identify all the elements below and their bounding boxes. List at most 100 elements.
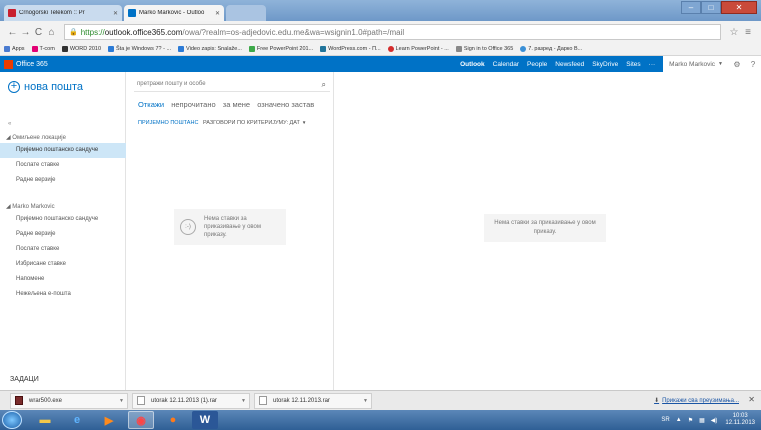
download-filename: wrar500.exe [29, 397, 63, 404]
download-item[interactable]: wrar500.exe ▼ [10, 392, 128, 409]
folder-sent-favorite[interactable]: Послате ставке [0, 158, 126, 173]
ie-taskbar-icon[interactable]: e [64, 411, 90, 429]
search-icon[interactable]: ⌕ [322, 78, 326, 91]
app-nav: Outlook Calendar People Newsfeed SkyDriv… [460, 61, 663, 68]
folder-deleted[interactable]: Избрисане ставке [0, 257, 126, 272]
media-player-taskbar-icon[interactable]: ▶ [96, 411, 122, 429]
site-icon [387, 46, 394, 52]
bookmark-powerpoint[interactable]: Free PowerPoint 201... [248, 46, 313, 52]
language-indicator[interactable]: SR [661, 417, 669, 423]
new-mail-label: нова пошта [24, 81, 84, 93]
site-icon [248, 46, 255, 52]
nav-more[interactable]: ··· [649, 61, 656, 68]
folder-inbox-favorite[interactable]: Пријемно поштанско сандуче [0, 143, 126, 158]
url-path: /owa/?realm=os-adjedovic.edu.me&wa=wsign… [182, 27, 405, 37]
download-item[interactable]: utorak 12.11.2013.rar ▼ [254, 392, 372, 409]
nav-sites[interactable]: Sites [626, 61, 640, 68]
folder-notes[interactable]: Напомене [0, 272, 126, 287]
bookmark-windows7[interactable]: Šta je Windows 7? - ... [108, 46, 171, 52]
show-all-downloads-link[interactable]: ⬇ Прикажи сва преузимања... [654, 397, 739, 404]
favorites-group: ◢ Омиљене локације Пријемно поштанско са… [0, 133, 126, 188]
plus-icon: + [8, 81, 20, 93]
chrome-menu-icon[interactable]: ≡ [741, 27, 755, 38]
filter-to-me[interactable]: за мене [223, 100, 250, 109]
folder-drafts[interactable]: Радне верзије [0, 227, 126, 242]
file-icon [259, 396, 267, 405]
bookmark-label: Sign in to Office 365 [463, 46, 514, 52]
bookmark-video[interactable]: Video zapis: Snalaže... [178, 46, 242, 52]
site-icon [108, 46, 115, 52]
nav-calendar[interactable]: Calendar [493, 61, 519, 68]
minimize-icon[interactable]: – [681, 1, 701, 14]
tasks-link[interactable]: ЗАДАЦИ [10, 376, 39, 383]
forward-arrow-icon[interactable]: → [19, 27, 32, 38]
word-taskbar-icon[interactable]: W [192, 411, 218, 429]
close-tab-icon[interactable]: ✕ [113, 10, 118, 17]
folder-drafts-favorite[interactable]: Радне верзије [0, 173, 126, 188]
filter-flagged[interactable]: означено застав [257, 100, 314, 109]
volume-icon[interactable]: ◀) [711, 417, 718, 424]
nav-skydrive[interactable]: SkyDrive [592, 61, 618, 68]
nav-newsfeed[interactable]: Newsfeed [555, 61, 584, 68]
page-icon [455, 46, 462, 52]
current-folder-label: ПРИЈЕМНО ПОШТАНС [138, 120, 199, 126]
nav-people[interactable]: People [527, 61, 547, 68]
help-icon[interactable]: ? [745, 60, 761, 69]
start-button[interactable] [2, 411, 22, 429]
bookmark-word2010[interactable]: WORD 2010 [61, 46, 101, 52]
new-tab-button[interactable] [226, 5, 266, 21]
bookmark-label: Learn PowerPoint - ... [395, 46, 449, 52]
download-item[interactable]: utorak 12.11.2013 (1).rar ▼ [132, 392, 250, 409]
nav-outlook[interactable]: Outlook [460, 61, 485, 68]
back-arrow-icon[interactable]: ← [6, 27, 19, 38]
bookmark-star-icon[interactable]: ☆ [727, 27, 741, 38]
folder-junk[interactable]: Нежељена е-пошта [0, 287, 126, 302]
bookmark-label: Šta je Windows 7? - ... [116, 46, 172, 52]
chrome-taskbar-icon[interactable]: ◉ [128, 411, 154, 429]
flag-icon[interactable]: ⚑ [688, 417, 693, 424]
address-bar[interactable]: 🔒 https:// outlook.office365.com /owa/?r… [64, 24, 721, 40]
message-list-pane: претражи пошту и особе ⌕ Откажи непрочит… [126, 72, 334, 390]
window-controls: – □ ✕ [681, 1, 757, 14]
browser-tab-outlook[interactable]: Marko Markovic - Outloo ✕ [124, 5, 224, 21]
firefox-taskbar-icon[interactable]: ● [160, 411, 186, 429]
bookmark-learn-ppt[interactable]: Learn PowerPoint - ... [387, 46, 449, 52]
office365-brand[interactable]: Office 365 [0, 59, 48, 69]
reload-icon[interactable]: C [32, 27, 45, 38]
bookmark-razred[interactable]: 7. разред - Дарко В... [520, 46, 582, 52]
close-window-icon[interactable]: ✕ [721, 1, 757, 14]
word-icon [61, 46, 68, 52]
maximize-icon[interactable]: □ [701, 1, 721, 14]
download-shelf: wrar500.exe ▼ utorak 12.11.2013 (1).rar … [0, 390, 761, 410]
browser-tab-telekom[interactable]: Crnogorski Telekom :: Pr ✕ [4, 5, 122, 21]
account-header[interactable]: ◢ Marko Markovic [0, 202, 126, 212]
search-input[interactable]: претражи пошту и особе ⌕ [134, 78, 330, 92]
filter-unread[interactable]: непрочитано [171, 100, 215, 109]
lock-icon: 🔒 [69, 29, 78, 36]
folder-sent[interactable]: Послате ставке [0, 242, 126, 257]
bookmark-wordpress[interactable]: WordPress.com - П... [320, 46, 381, 52]
collapse-pane-icon[interactable]: « [8, 121, 11, 127]
network-icon[interactable]: ▦ [699, 417, 705, 424]
chevron-down-icon[interactable]: ▼ [119, 398, 124, 404]
office-logo-icon [4, 59, 13, 69]
new-mail-button[interactable]: + нова пошта [8, 81, 83, 93]
chevron-down-icon[interactable]: ▼ [363, 398, 368, 404]
show-hidden-icons-icon[interactable]: ▲ [676, 417, 682, 423]
clock[interactable]: 10:03 12.11.2013 [725, 413, 755, 427]
close-tab-icon[interactable]: ✕ [215, 10, 220, 17]
favorites-header[interactable]: ◢ Омиљене локације [0, 133, 126, 143]
chevron-down-icon[interactable]: ▼ [241, 398, 246, 404]
close-shelf-icon[interactable]: ✕ [748, 395, 755, 404]
sort-dropdown[interactable]: РАЗГОВОРИ ПО КРИТЕРИЈУМУ: ДАТ ▼ [203, 120, 306, 126]
explorer-taskbar-icon[interactable]: ▬ [32, 411, 58, 429]
gear-icon[interactable]: ⚙ [729, 60, 745, 69]
user-menu[interactable]: Marko Markovic ▼ [663, 56, 729, 72]
user-name: Marko Markovic [669, 60, 716, 68]
bookmark-apps[interactable]: Apps [4, 46, 25, 52]
home-icon[interactable]: ⌂ [45, 27, 58, 38]
bookmark-office365[interactable]: Sign in to Office 365 [455, 46, 514, 52]
bookmark-tcom[interactable]: T-com [31, 46, 55, 52]
filter-all[interactable]: Откажи [138, 100, 164, 109]
folder-inbox[interactable]: Пријемно поштанско сандуче [0, 212, 126, 227]
